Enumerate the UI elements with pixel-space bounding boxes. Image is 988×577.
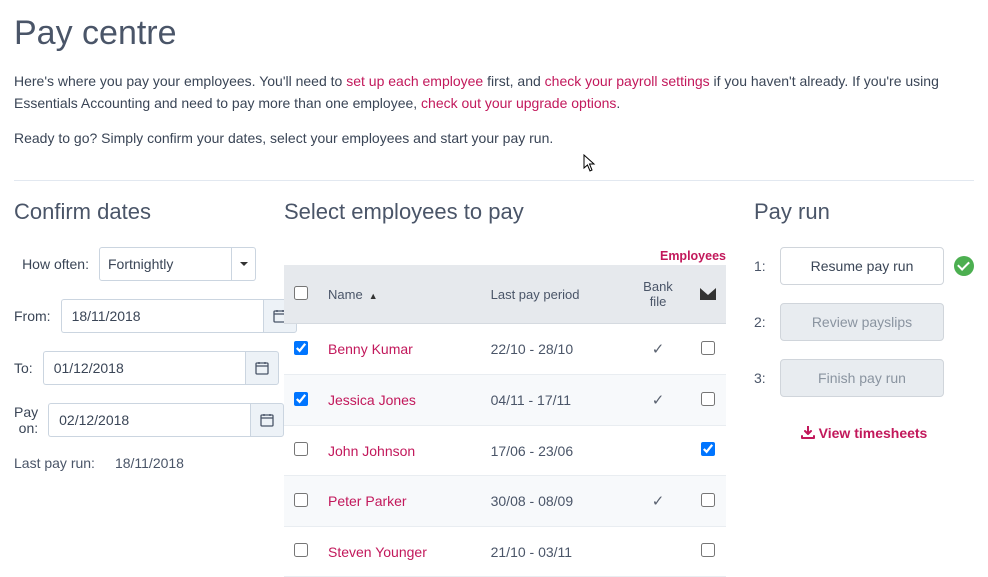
table-row: Steven Younger 21/10 - 03/11 bbox=[284, 527, 726, 577]
envelope-icon bbox=[700, 288, 716, 300]
payroll-settings-link[interactable]: check your payroll settings bbox=[545, 73, 710, 89]
table-row: John Johnson 17/06 - 23/06 bbox=[284, 426, 726, 476]
last-pay-period: 04/11 - 17/11 bbox=[475, 375, 626, 426]
email-checkbox[interactable] bbox=[701, 341, 715, 355]
divider bbox=[14, 180, 974, 181]
col-bank-header[interactable]: Bank file bbox=[626, 265, 690, 324]
table-row: Benny Kumar 22/10 - 28/10 ✓ bbox=[284, 324, 726, 375]
page-title: Pay centre bbox=[14, 14, 974, 53]
email-checkbox[interactable] bbox=[701, 493, 715, 507]
pay-run-heading: Pay run bbox=[754, 199, 974, 225]
employee-name-link[interactable]: John Johnson bbox=[328, 443, 415, 459]
last-run-label: Last pay run: bbox=[14, 455, 95, 471]
select-all-checkbox[interactable] bbox=[294, 286, 308, 300]
row-checkbox[interactable] bbox=[294, 493, 308, 507]
how-often-label: How often: bbox=[14, 256, 99, 272]
confirm-dates-heading: Confirm dates bbox=[14, 199, 256, 225]
check-icon: ✓ bbox=[652, 341, 665, 358]
review-payslips-button[interactable]: Review payslips bbox=[780, 303, 944, 341]
from-date-input[interactable] bbox=[61, 299, 263, 333]
row-checkbox[interactable] bbox=[294, 543, 308, 557]
calendar-icon[interactable] bbox=[245, 351, 279, 385]
check-circle-icon bbox=[954, 256, 974, 276]
cursor-icon bbox=[583, 154, 597, 172]
select-employees-heading: Select employees to pay bbox=[284, 199, 726, 225]
pay-on-date-input[interactable] bbox=[48, 403, 250, 437]
step-2-label: 2: bbox=[754, 314, 770, 330]
employee-name-link[interactable]: Benny Kumar bbox=[328, 341, 413, 357]
email-checkbox[interactable] bbox=[701, 442, 715, 456]
row-checkbox[interactable] bbox=[294, 341, 308, 355]
last-pay-period: 21/10 - 03/11 bbox=[475, 527, 626, 577]
col-period-header[interactable]: Last pay period bbox=[475, 265, 626, 324]
col-name-header[interactable]: Name▲ bbox=[318, 265, 475, 324]
employee-name-link[interactable]: Peter Parker bbox=[328, 493, 407, 509]
step-3-label: 3: bbox=[754, 370, 770, 386]
employee-name-link[interactable]: Steven Younger bbox=[328, 544, 427, 560]
employees-table: Name▲ Last pay period Bank file Benny Ku… bbox=[284, 265, 726, 577]
from-label: From: bbox=[14, 308, 61, 324]
to-date-input[interactable] bbox=[43, 351, 245, 385]
row-checkbox[interactable] bbox=[294, 442, 308, 456]
view-timesheets-link[interactable]: View timesheets bbox=[801, 425, 928, 441]
last-run-value: 18/11/2018 bbox=[115, 455, 184, 471]
employee-name-link[interactable]: Jessica Jones bbox=[328, 392, 416, 408]
row-checkbox[interactable] bbox=[294, 392, 308, 406]
check-icon: ✓ bbox=[652, 392, 665, 409]
intro-paragraph: Here's where you pay your employees. You… bbox=[14, 71, 974, 114]
check-icon: ✓ bbox=[652, 493, 665, 510]
resume-pay-run-button[interactable]: Resume pay run bbox=[780, 247, 944, 285]
last-pay-period: 17/06 - 23/06 bbox=[475, 426, 626, 476]
how-often-select[interactable]: Fortnightly bbox=[99, 247, 256, 281]
finish-pay-run-button[interactable]: Finish pay run bbox=[780, 359, 944, 397]
employees-link[interactable]: Employees bbox=[660, 249, 726, 263]
ready-paragraph: Ready to go? Simply confirm your dates, … bbox=[14, 128, 974, 150]
upgrade-options-link[interactable]: check out your upgrade options bbox=[421, 95, 616, 111]
col-email-header[interactable] bbox=[690, 265, 726, 324]
pay-on-label: Pay on: bbox=[14, 404, 48, 436]
email-checkbox[interactable] bbox=[701, 392, 715, 406]
to-label: To: bbox=[14, 360, 43, 376]
last-pay-period: 22/10 - 28/10 bbox=[475, 324, 626, 375]
download-icon bbox=[801, 426, 815, 439]
last-pay-period: 30/08 - 08/09 bbox=[475, 476, 626, 527]
table-row: Peter Parker 30/08 - 08/09 ✓ bbox=[284, 476, 726, 527]
calendar-icon[interactable] bbox=[250, 403, 284, 437]
step-1-label: 1: bbox=[754, 258, 770, 274]
sort-asc-icon: ▲ bbox=[369, 291, 378, 301]
table-row: Jessica Jones 04/11 - 17/11 ✓ bbox=[284, 375, 726, 426]
email-checkbox[interactable] bbox=[701, 543, 715, 557]
setup-employee-link[interactable]: set up each employee bbox=[346, 73, 483, 89]
